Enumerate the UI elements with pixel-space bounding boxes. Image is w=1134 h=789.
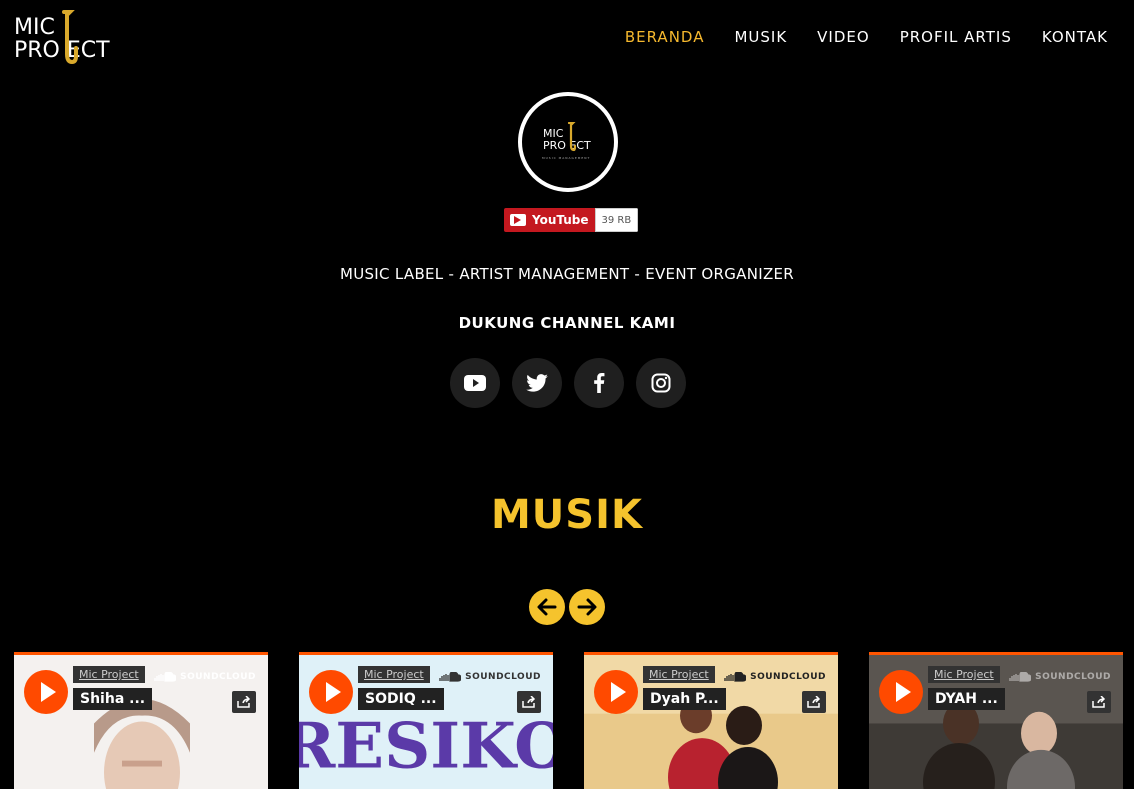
nav-beranda[interactable]: BERANDA <box>625 28 705 46</box>
arrow-right-icon <box>577 598 597 616</box>
soundcloud-card[interactable]: Mic Project DYAH ... SOUNDCLOUD <box>869 652 1123 789</box>
instagram-link[interactable] <box>636 358 686 408</box>
soundcloud-card[interactable]: RESIKO Mic Project SODIQ ... SOUNDCLOUD <box>299 652 553 789</box>
share-icon <box>807 696 821 708</box>
share-icon <box>1092 696 1106 708</box>
soundcloud-logo[interactable]: SOUNDCLOUD <box>724 672 826 682</box>
youtube-subscribe-badge[interactable]: YouTube 39 RB <box>504 208 639 232</box>
carousel-controls <box>529 589 605 625</box>
track-title[interactable]: DYAH ... <box>928 688 1005 710</box>
play-button[interactable] <box>879 670 923 714</box>
play-button[interactable] <box>594 670 638 714</box>
share-icon <box>237 696 251 708</box>
youtube-label: YouTube <box>532 213 589 227</box>
saxophone-icon <box>567 122 576 152</box>
track-user-link[interactable]: Mic Project <box>73 666 145 683</box>
track-title[interactable]: Dyah P... <box>643 688 726 710</box>
support-heading: DUKUNG CHANNEL KAMI <box>458 314 676 332</box>
soundcloud-card[interactable]: Mic Project Dyah P... SOUNDCLOUD <box>584 652 838 789</box>
nav-kontak[interactable]: KONTAK <box>1042 28 1108 46</box>
subscriber-count: 39 RB <box>594 208 639 232</box>
soundcloud-label: SOUNDCLOUD <box>1035 672 1111 682</box>
main-nav: BERANDA MUSIK VIDEO PROFIL ARTIS KONTAK <box>625 28 1108 46</box>
logo-text-top: MIC <box>14 15 55 40</box>
tagline: MUSIC LABEL - ARTIST MANAGEMENT - EVENT … <box>339 265 795 283</box>
soundcloud-icon <box>439 672 462 682</box>
soundcloud-logo[interactable]: SOUNDCLOUD <box>439 672 541 682</box>
share-button[interactable] <box>802 691 826 713</box>
saxophone-icon <box>62 10 78 65</box>
share-button[interactable] <box>232 691 256 713</box>
social-links <box>450 358 686 408</box>
facebook-link[interactable] <box>574 358 624 408</box>
site-logo[interactable]: MIC PRO ECT <box>14 10 124 68</box>
soundcloud-logo[interactable]: SOUNDCLOUD <box>154 672 256 682</box>
soundcloud-icon <box>154 672 177 682</box>
soundcloud-label: SOUNDCLOUD <box>465 672 541 682</box>
share-icon <box>522 696 536 708</box>
avatar-subtitle: MUSIC MANAGEMENT <box>542 156 591 160</box>
youtube-icon <box>464 375 486 391</box>
arrow-left-icon <box>537 598 557 616</box>
soundcloud-logo[interactable]: SOUNDCLOUD <box>1009 672 1111 682</box>
carousel-next-button[interactable] <box>569 589 605 625</box>
track-title[interactable]: Shiha ... <box>73 688 153 710</box>
track-user-link[interactable]: Mic Project <box>928 666 1000 683</box>
section-title-musik: MUSIK <box>491 492 643 538</box>
youtube-logo-icon <box>510 214 526 226</box>
soundcloud-card[interactable]: Mic Project Shiha ... SOUNDCLOUD <box>14 652 268 789</box>
share-button[interactable] <box>1087 691 1111 713</box>
track-user-link[interactable]: Mic Project <box>358 666 430 683</box>
track-title[interactable]: SODIQ ... <box>358 688 444 710</box>
nav-profil-artis[interactable]: PROFIL ARTIS <box>900 28 1012 46</box>
facebook-icon <box>594 373 605 393</box>
nav-musik[interactable]: MUSIK <box>734 28 787 46</box>
soundcloud-icon <box>724 672 747 682</box>
instagram-icon <box>651 373 671 393</box>
share-button[interactable] <box>517 691 541 713</box>
play-button[interactable] <box>309 670 353 714</box>
play-button[interactable] <box>24 670 68 714</box>
channel-avatar: MIC PRO ECT MUSIC MANAGEMENT <box>518 92 618 192</box>
youtube-link[interactable] <box>450 358 500 408</box>
twitter-link[interactable] <box>512 358 562 408</box>
soundcloud-icon <box>1009 672 1032 682</box>
carousel-prev-button[interactable] <box>529 589 565 625</box>
nav-video[interactable]: VIDEO <box>817 28 870 46</box>
twitter-icon <box>526 374 548 392</box>
soundcloud-label: SOUNDCLOUD <box>750 672 826 682</box>
track-user-link[interactable]: Mic Project <box>643 666 715 683</box>
artwork-text: RESIKO <box>299 709 553 782</box>
soundcloud-label: SOUNDCLOUD <box>180 672 256 682</box>
